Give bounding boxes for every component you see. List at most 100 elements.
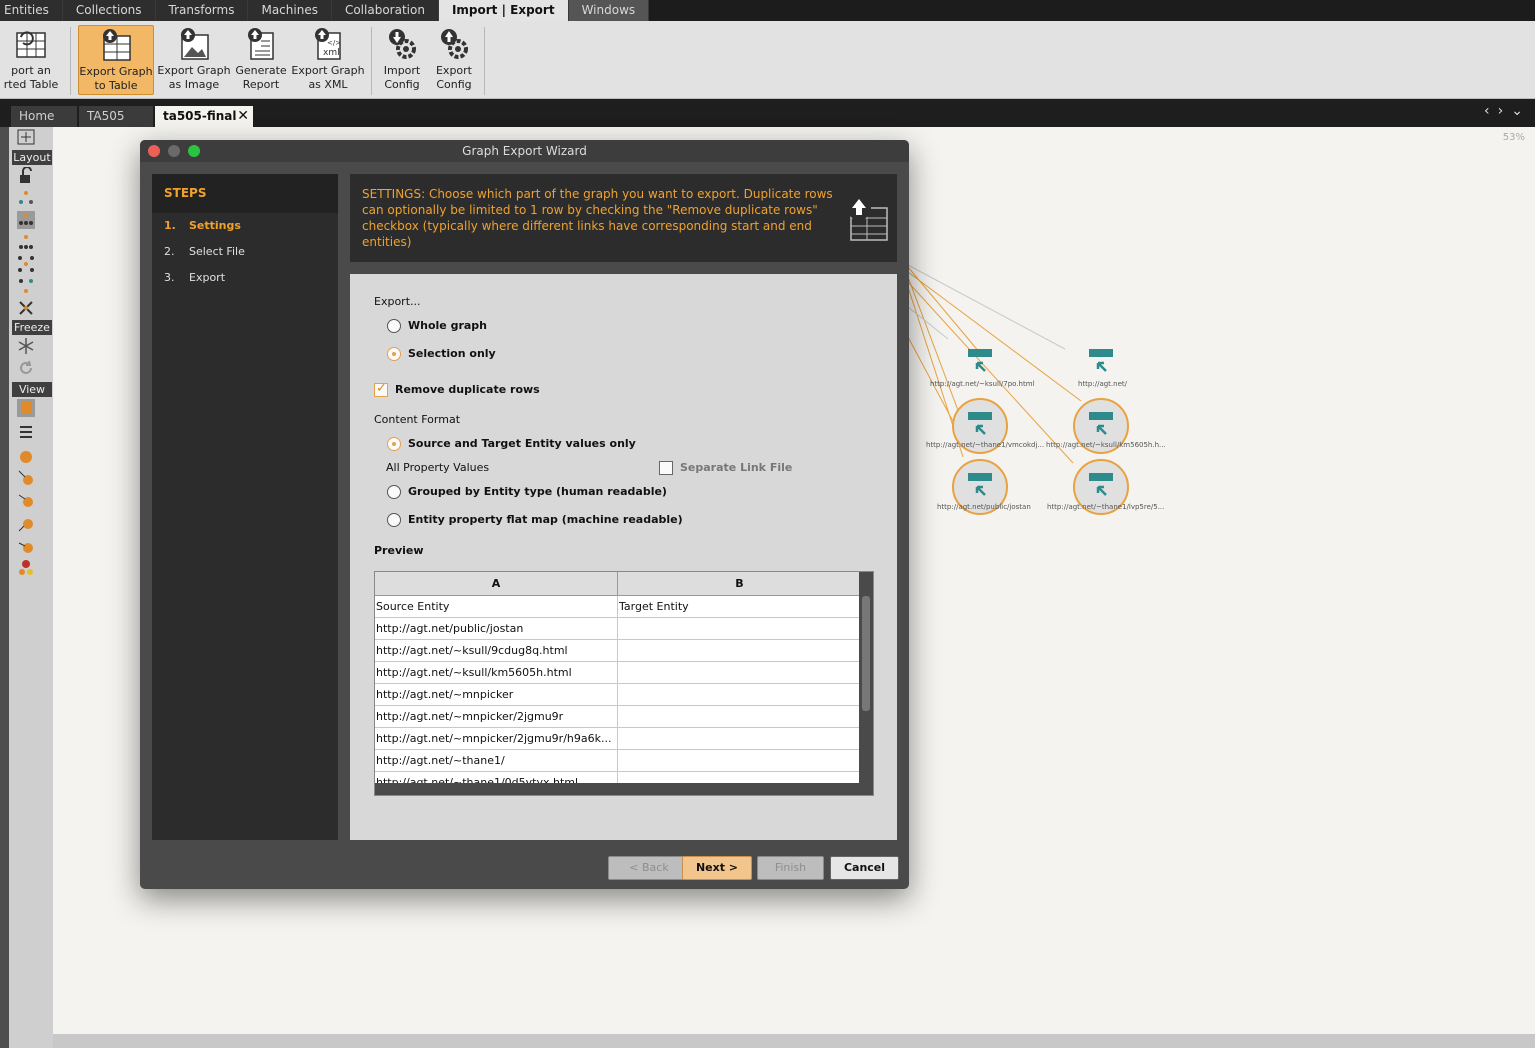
menu-machines[interactable]: Machines	[248, 0, 332, 21]
preview-table[interactable]: A B Source Entity Target Entity http://ag…	[374, 571, 874, 796]
chevron-down-icon[interactable]: ⌄	[1511, 103, 1531, 119]
maximize-window-button[interactable]	[188, 145, 200, 157]
import-config-button[interactable]: Import Config	[376, 25, 428, 95]
table-cell[interactable]: http://agt.net/~ksull/km5605h.html	[375, 662, 618, 683]
interactive-layout-icon[interactable]	[17, 299, 35, 317]
ball-incoming-icon[interactable]	[17, 491, 35, 509]
close-tab-icon[interactable]: ✕	[237, 106, 249, 127]
left-toolbar: Layout Freeze View	[0, 127, 53, 1048]
step-settings: 1. Settings	[152, 213, 338, 239]
diverse-descent-icon[interactable]	[17, 559, 35, 577]
chevron-left-icon[interactable]: ‹	[1484, 103, 1498, 119]
flat-map-radio[interactable]	[387, 513, 401, 527]
entity-label[interactable]: http://agt.net/public/jostan	[937, 503, 1031, 511]
column-header-b[interactable]: B	[618, 572, 861, 595]
selection-only-label[interactable]: Selection only	[408, 347, 496, 360]
table-cell[interactable]	[618, 728, 861, 749]
preview-horizontal-scrollbar[interactable]	[375, 783, 861, 795]
flat-map-label[interactable]: Entity property flat map (machine readab…	[408, 513, 683, 526]
entity-label[interactable]: http://agt.net/	[1078, 380, 1127, 388]
entity-label[interactable]: http://agt.net/~ksull/7po.html	[930, 380, 1034, 388]
close-window-button[interactable]	[148, 145, 160, 157]
whole-graph-radio[interactable]	[387, 319, 401, 333]
grouped-entity-type-radio[interactable]	[387, 485, 401, 499]
menu-entities[interactable]: Entities	[0, 0, 63, 21]
table-cell[interactable]: Target Entity	[618, 596, 861, 617]
generate-report-button[interactable]: Generate Report	[234, 25, 288, 95]
tab-home[interactable]: Home	[11, 106, 77, 127]
finish-button[interactable]: Finish	[757, 856, 824, 880]
table-cell[interactable]: Source Entity	[375, 596, 618, 617]
ball-link-icon[interactable]	[17, 469, 35, 487]
ball-size-icon[interactable]	[17, 447, 35, 465]
source-target-radio[interactable]	[387, 437, 401, 451]
table-cell[interactable]	[618, 750, 861, 771]
table-cell[interactable]: http://agt.net/~mnpicker/2jgmu9r	[375, 706, 618, 727]
horizontal-scrollbar[interactable]	[53, 1034, 1535, 1048]
menu-import-export[interactable]: Import | Export	[438, 0, 569, 21]
list-view-icon[interactable]	[17, 423, 35, 441]
table-cell[interactable]: http://agt.net/public/jostan	[375, 618, 618, 639]
next-button[interactable]: Next >	[682, 856, 752, 880]
refresh-icon[interactable]	[17, 359, 35, 377]
entity-view-icon[interactable]	[17, 399, 35, 417]
ribbon-separator	[371, 27, 372, 95]
menu-collections[interactable]: Collections	[62, 0, 156, 21]
hierarchy-layout-icon[interactable]	[17, 211, 35, 229]
tab-ta505-final[interactable]: ta505-final ✕	[155, 106, 253, 127]
table-cell[interactable]	[618, 662, 861, 683]
menu-transforms[interactable]: Transforms	[155, 0, 249, 21]
table-row: http://agt.net/~ksull/km5605h.html	[375, 662, 873, 684]
tree-layout-icon[interactable]	[17, 233, 35, 251]
ball-outgoing-icon[interactable]	[17, 515, 35, 533]
back-button[interactable]: < Back	[608, 856, 690, 880]
table-cell[interactable]: http://agt.net/~mnpicker/2jgmu9r/h9a6k..…	[375, 728, 618, 749]
scrollbar-thumb[interactable]	[862, 596, 870, 711]
entity-label[interactable]: http://agt.net/~thane1/lvp5re/5...	[1047, 503, 1164, 511]
layout-label: Layout	[12, 150, 52, 165]
step-select-file: 2. Select File	[152, 239, 338, 265]
table-cell[interactable]	[618, 684, 861, 705]
table-cell[interactable]: http://agt.net/~mnpicker	[375, 684, 618, 705]
export-graph-as-xml-button[interactable]: xml </> Export Graph as XML	[290, 25, 366, 95]
left-side-strip	[0, 127, 9, 1048]
export-graph-to-table-button[interactable]: Export Graph to Table	[78, 25, 154, 95]
fit-view-icon[interactable]	[17, 129, 35, 147]
table-cell[interactable]: http://agt.net/~thane1/	[375, 750, 618, 771]
snowflake-icon[interactable]	[17, 337, 35, 355]
table-cell[interactable]	[618, 618, 861, 639]
grouped-entity-type-label[interactable]: Grouped by Entity type (human readable)	[408, 485, 667, 498]
remove-duplicates-checkbox[interactable]	[374, 381, 388, 397]
view-label: View	[12, 382, 52, 397]
organic-layout-icon[interactable]	[17, 255, 35, 273]
freeze-label: Freeze	[12, 320, 52, 335]
remove-duplicates-label[interactable]: Remove duplicate rows	[395, 383, 540, 396]
tab-navigation[interactable]: ‹›⌄	[1484, 103, 1531, 119]
import-table-button[interactable]: port an rted Table	[0, 25, 62, 95]
separate-link-file-checkbox[interactable]	[659, 461, 673, 475]
menu-collaboration[interactable]: Collaboration	[331, 0, 439, 21]
separate-link-file-label[interactable]: Separate Link File	[680, 461, 792, 474]
block-layout-icon[interactable]	[17, 189, 35, 207]
entity-label[interactable]: http://agt.net/~ksull/km5605h.h...	[1046, 441, 1166, 449]
table-cell[interactable]: http://agt.net/~ksull/9cdug8q.html	[375, 640, 618, 661]
table-cell[interactable]	[618, 640, 861, 661]
entity-label[interactable]: http://agt.net/~thane1/vmcokdj...	[926, 441, 1044, 449]
source-target-label[interactable]: Source and Target Entity values only	[408, 437, 636, 450]
column-header-a[interactable]: A	[375, 572, 618, 595]
circular-layout-icon[interactable]	[17, 277, 35, 295]
selection-only-radio[interactable]	[387, 347, 401, 361]
ribbon-toolbar: port an rted Table Export Graph to Table…	[0, 21, 1535, 99]
table-cell[interactable]	[618, 706, 861, 727]
cancel-button[interactable]: Cancel	[830, 856, 899, 880]
chevron-right-icon[interactable]: ›	[1498, 103, 1512, 119]
export-graph-as-image-button[interactable]: Export Graph as Image	[156, 25, 232, 95]
minimize-window-button[interactable]	[168, 145, 180, 157]
export-config-button[interactable]: Export Config	[428, 25, 480, 95]
lock-icon[interactable]	[17, 167, 35, 185]
menu-windows[interactable]: Windows	[568, 0, 650, 21]
whole-graph-label[interactable]: Whole graph	[408, 319, 487, 332]
tab-ta505[interactable]: TA505	[79, 106, 153, 127]
preview-vertical-scrollbar[interactable]	[859, 572, 873, 795]
ball-weight-icon[interactable]	[17, 537, 35, 555]
